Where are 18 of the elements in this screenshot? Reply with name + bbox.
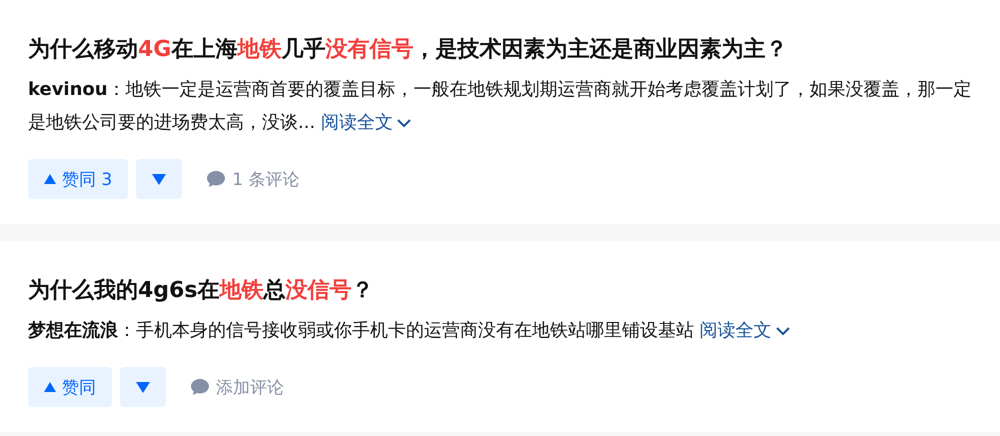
read-more-link[interactable]: 阅读全文 [320,112,393,133]
chevron-down-icon[interactable] [776,326,790,336]
speech-bubble-icon [190,378,210,396]
speech-bubble-icon [206,170,226,188]
triangle-down-icon [152,174,166,184]
question-title[interactable]: 为什么移动4G在上海地铁几乎没有信号，是技术因素为主还是商业因素为主？ [28,35,972,65]
upvote-button[interactable]: 赞同 [28,367,112,407]
answer-excerpt: 梦想在流浪：手机本身的信号接收弱或你手机卡的运营商没有在地铁站哪里铺设基站 阅读全文 [28,314,978,347]
chevron-down-icon[interactable] [396,118,411,128]
read-more-link[interactable]: 阅读全文 [700,320,772,341]
upvote-button[interactable]: 赞同 3 [28,159,128,199]
answer-excerpt: kevinou：地铁一定是运营商首要的覆盖目标，一般在地铁规划期运营商就开始考虑覆盖计划了，如果没覆盖，那一定是地铁公司要的进场费太高，没谈... 阅读全文 [28,78,973,135]
downvote-button[interactable] [120,367,166,407]
triangle-up-icon [44,174,56,184]
triangle-down-icon [136,382,150,392]
downvote-button[interactable] [136,159,182,199]
triangle-up-icon [44,382,56,392]
question-title[interactable]: 为什么我的4g6s在地铁总没信号？ [28,276,972,306]
